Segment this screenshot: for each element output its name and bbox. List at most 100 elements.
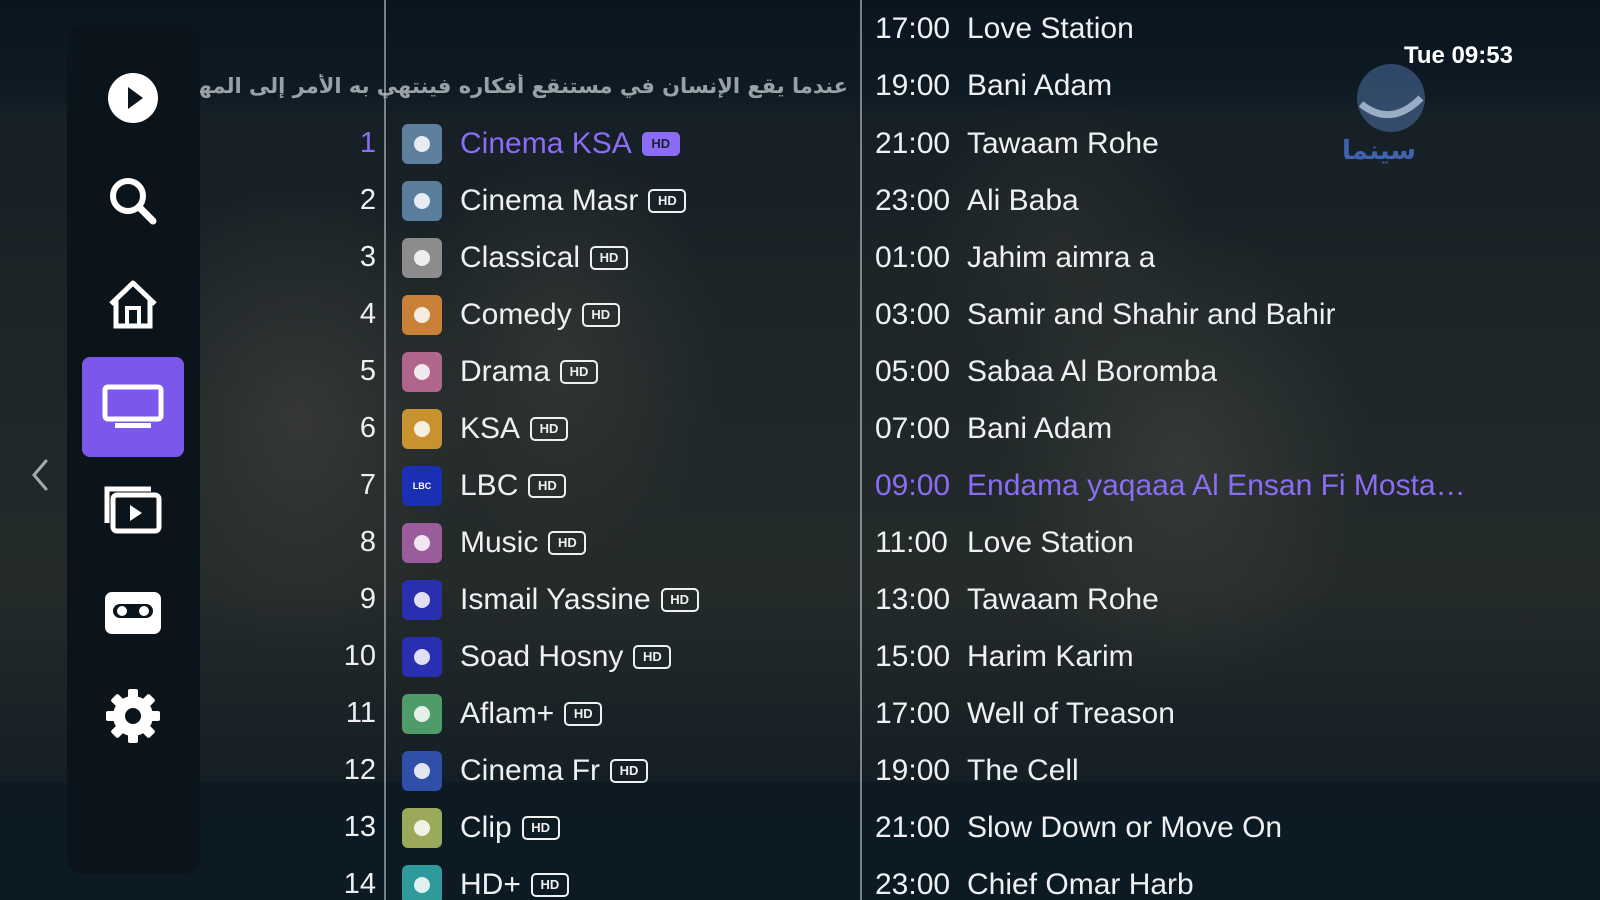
program-row[interactable]: 05:00 Sabaa Al Boromba [875,343,1475,400]
program-row[interactable]: 21:00 Slow Down or Move On [875,799,1475,856]
program-row[interactable]: 19:00 Bani Adam [875,57,1475,114]
hd-badge: HD [641,131,680,156]
schedule-divider [860,0,862,900]
channel-logo-icon [402,408,442,449]
gear-icon [106,689,160,743]
hd-badge: HD [590,245,629,270]
channel-row[interactable]: 5 Drama HD [330,343,840,400]
channel-number: 10 [343,640,376,672]
program-row[interactable]: 19:00 The Cell [875,742,1475,799]
channel-number: 6 [359,412,376,444]
program-row[interactable]: 01:00 Jahim aimra a [875,229,1475,286]
program-row[interactable]: 17:00 Love Station [875,0,1475,57]
channel-number: 5 [359,355,376,387]
program-title: Bani Adam [967,68,1113,102]
channel-logo-icon: LBC [402,465,442,506]
channel-name: HD+ [460,867,521,900]
channel-row[interactable]: 10 Soad Hosny HD [330,628,840,685]
channel-name: Music [460,525,539,559]
program-row-current[interactable]: 09:00 Endama yaqaaa Al Ensan Fi Mosta… [875,457,1475,514]
chevron-left-icon[interactable] [28,455,52,495]
hd-badge: HD [564,701,603,726]
channel-name: Clip [460,810,512,844]
sidebar [67,26,200,874]
program-time: 09:00 [875,468,951,502]
channel-row[interactable]: 2 Cinema Masr HD [330,172,840,229]
channel-logo-icon [402,807,442,848]
channel-row[interactable]: 7 LBC LBC HD [330,457,840,514]
nav-recordings[interactable] [82,563,184,663]
nav-settings[interactable] [82,666,184,766]
nav-live-tv[interactable] [82,357,184,457]
channel-row[interactable]: 8 Music HD [330,514,840,571]
program-row[interactable]: 11:00 Love Station [875,514,1475,571]
program-title: Tawaam Rohe [967,582,1159,616]
nav-media[interactable] [82,460,184,560]
channel-row[interactable]: 9 Ismail Yassine HD [330,571,840,628]
program-row[interactable]: 23:00 Ali Baba [875,172,1475,229]
channel-name: Classical [460,240,581,274]
program-row[interactable]: 07:00 Bani Adam [875,400,1475,457]
channel-row[interactable]: 13 Clip HD [330,799,840,856]
program-title: The Cell [967,753,1079,787]
channel-logo-icon [402,636,442,677]
channel-row[interactable]: 14 HD+ HD [330,856,840,900]
program-title: Well of Treason [967,696,1175,730]
program-time: 19:00 [875,68,951,102]
channel-number: 12 [343,754,376,786]
program-row[interactable]: 23:00 Chief Omar Harb [875,856,1475,900]
program-title: Love Station [967,11,1134,45]
program-time: 11:00 [875,525,948,559]
hd-badge: HD [530,416,569,441]
channel-number: 7 [359,469,376,501]
hd-badge: HD [581,302,620,327]
channel-number: 13 [343,811,376,843]
program-time: 05:00 [875,354,951,388]
channel-row[interactable]: 12 Cinema Fr HD [330,742,840,799]
channel-row[interactable]: 4 Comedy HD [330,286,840,343]
program-row[interactable]: 03:00 Samir and Shahir and Bahir [875,286,1475,343]
program-row[interactable]: 21:00 Tawaam Rohe [875,115,1475,172]
channel-number: 11 [345,697,376,729]
channel-logo-icon [402,579,442,620]
channel-logo-icon [402,294,442,335]
program-time: 15:00 [875,639,951,673]
program-time: 17:00 [875,696,951,730]
channel-row[interactable]: 11 Aflam+ HD [330,685,840,742]
hd-badge: HD [530,872,569,897]
program-title: Samir and Shahir and Bahir [967,297,1336,331]
program-time: 17:00 [875,11,951,45]
hd-badge: HD [521,815,560,840]
program-time: 07:00 [875,411,951,445]
program-time: 19:00 [875,753,951,787]
program-title: Tawaam Rohe [967,126,1159,160]
program-time: 13:00 [875,582,951,616]
channel-logo-icon [402,522,442,563]
channel-number: 4 [359,298,376,330]
nav-play[interactable] [82,48,184,148]
channel-number: 14 [343,868,376,900]
program-description-ticker: عندما يقع الإنسان في مستنقع أفكاره فينته… [165,74,848,98]
play-icon [108,73,158,123]
hd-badge: HD [648,188,687,213]
nav-search[interactable] [82,151,184,251]
media-icon [104,486,162,534]
program-title: Endama yaqaaa Al Ensan Fi Mosta… [967,468,1466,502]
channel-row[interactable]: 6 KSA HD [330,400,840,457]
program-time: 01:00 [875,240,951,274]
channel-name: Soad Hosny [460,639,624,673]
channel-name: Ismail Yassine [460,582,651,616]
channel-logo-text: LBC [412,480,432,491]
program-row[interactable]: 13:00 Tawaam Rohe [875,571,1475,628]
channel-name: Cinema KSA [460,126,632,160]
program-row[interactable]: 17:00 Well of Treason [875,685,1475,742]
program-row[interactable]: 15:00 Harim Karim [875,628,1475,685]
recording-icon [105,592,161,634]
channel-name: Cinema Fr [460,753,601,787]
nav-home[interactable] [82,254,184,354]
home-icon [109,280,157,329]
channel-name: Aflam+ [460,696,555,730]
program-time: 21:00 [875,810,951,844]
channel-row[interactable]: 3 Classical HD [330,229,840,286]
channel-row[interactable]: 1 Cinema KSA HD [330,115,840,172]
